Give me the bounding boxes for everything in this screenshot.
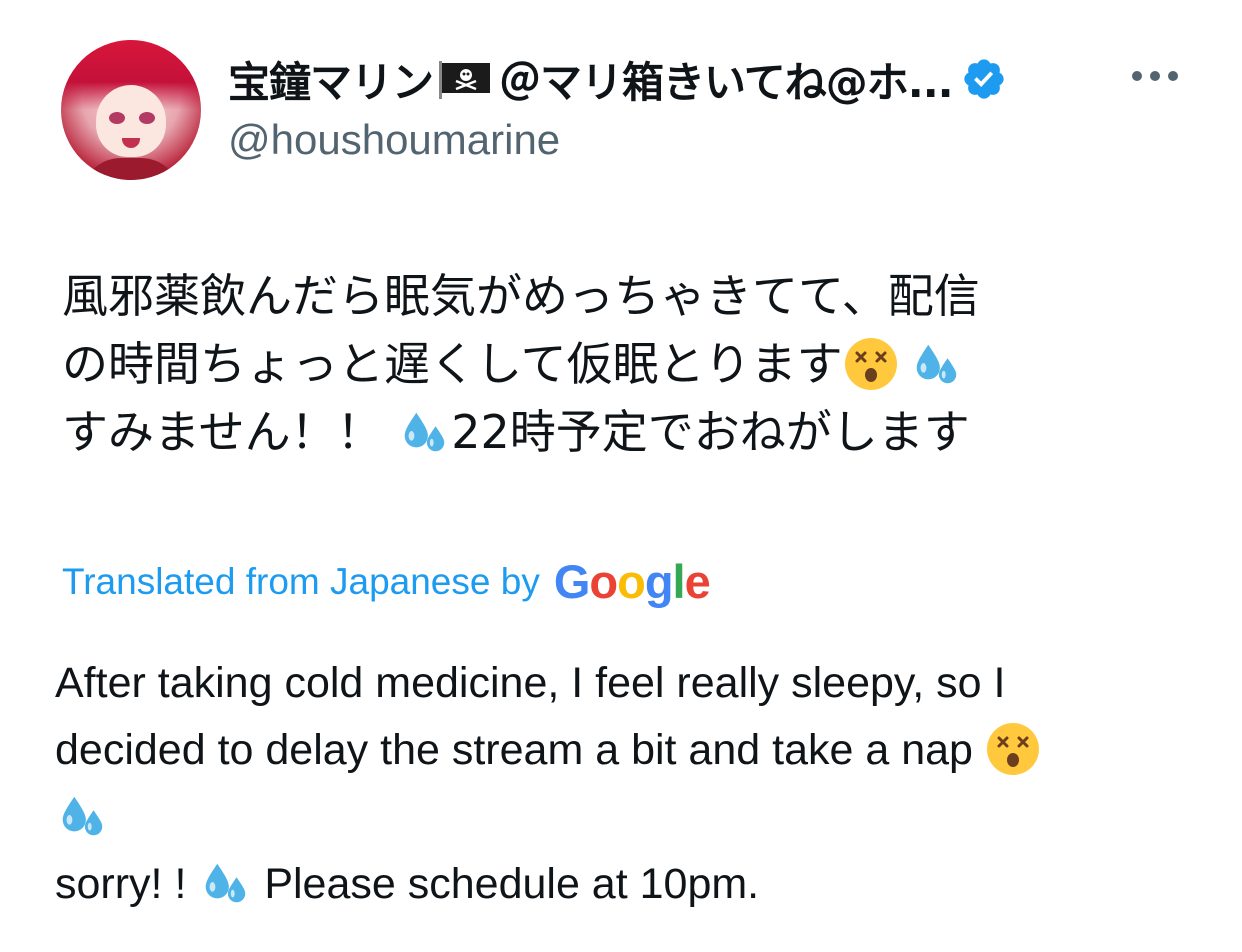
en-line-4: sorry! ! Please schedule at 10pm. xyxy=(55,851,1195,918)
display-name-suffix: ＠マリ箱きいてね@ホ... xyxy=(499,57,954,107)
tweet: 宝鐘マリン ＠マリ箱きいてね@ホ... @houshoumarine 風邪薬飲ん… xyxy=(0,0,1242,952)
en-line-4-text-a: sorry! ! xyxy=(55,860,187,908)
dizzy-face-emoji-icon xyxy=(986,722,1039,775)
tweet-text-japanese: 風邪薬飲んだら眠気がめっちゃきてて、配信 の時間ちょっと遅くして仮眠とります す… xyxy=(62,262,1192,466)
jp-line-3-text-a: すみません！！ xyxy=(62,405,383,459)
translated-from-label: Translated from Japanese by xyxy=(62,560,540,602)
sweat-droplets-emoji-icon xyxy=(404,412,445,451)
more-options-icon[interactable] xyxy=(1132,66,1178,86)
jp-line-2-text: の時間ちょっと遅くして仮眠とります xyxy=(62,337,843,391)
display-name-row[interactable]: 宝鐘マリン ＠マリ箱きいてね@ホ... xyxy=(228,50,1007,108)
jp-line-3-text-b: 22時予定でおねがします xyxy=(451,405,970,459)
tweet-text-translation: After taking cold medicine, I feel reall… xyxy=(55,650,1195,918)
pirate-flag-icon xyxy=(437,59,493,99)
avatar[interactable] xyxy=(61,40,201,180)
en-line-3 xyxy=(55,784,1195,851)
en-line-2-text: decided to delay the stream a bit and ta… xyxy=(55,726,973,774)
en-line-1: After taking cold medicine, I feel reall… xyxy=(55,659,1006,707)
sweat-droplets-emoji-icon xyxy=(206,863,246,902)
translation-attribution[interactable]: Translated from Japanese by Google xyxy=(62,554,711,609)
verified-badge-icon xyxy=(963,59,1004,99)
jp-line-2: の時間ちょっと遅くして仮眠とります xyxy=(62,330,1192,398)
jp-line-3: すみません！！ 22時予定でおねがします xyxy=(62,398,1192,466)
en-line-4-text-b: Please schedule at 10pm. xyxy=(264,860,760,908)
en-line-2: decided to delay the stream a bit and ta… xyxy=(55,717,1195,784)
handle[interactable]: @houshoumarine xyxy=(228,116,560,164)
display-name-prefix: 宝鐘マリン xyxy=(228,57,434,107)
dizzy-face-emoji-icon xyxy=(844,337,897,390)
sweat-droplets-emoji-icon xyxy=(916,344,956,383)
sweat-droplets-emoji-icon xyxy=(62,796,103,835)
jp-line-1: 風邪薬飲んだら眠気がめっちゃきてて、配信 xyxy=(62,269,980,323)
google-logo: Google xyxy=(553,555,711,608)
